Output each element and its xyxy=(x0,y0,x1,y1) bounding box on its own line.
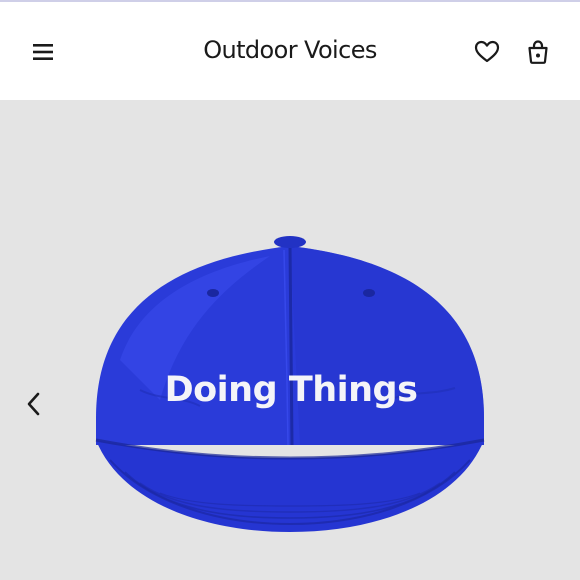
product-image-hat: Doing Things xyxy=(95,236,485,532)
product-image-gallery[interactable]: Doing Things xyxy=(0,100,580,580)
heart-icon[interactable] xyxy=(474,39,500,65)
bag-icon[interactable] xyxy=(526,39,550,65)
site-header: Outdoor Voices xyxy=(0,2,580,100)
chevron-left-icon[interactable] xyxy=(22,390,46,418)
hat-embroidery-text: Doing Things xyxy=(165,370,418,410)
